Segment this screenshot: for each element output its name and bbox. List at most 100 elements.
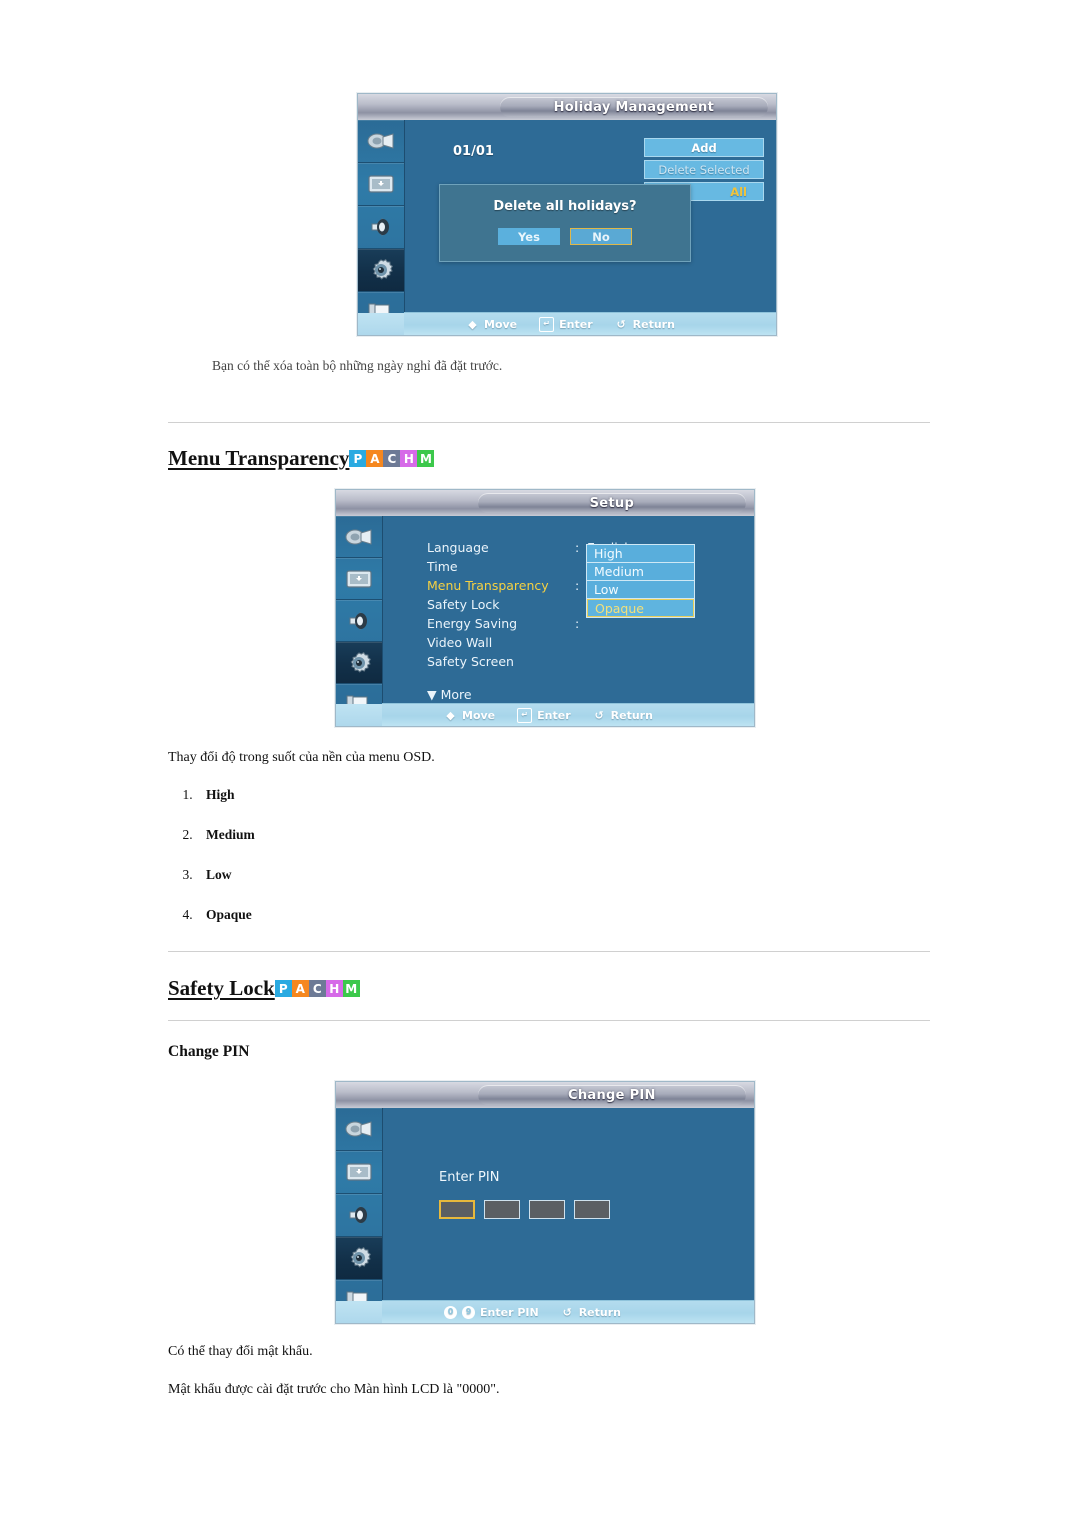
footer-return-label: Return: [610, 708, 653, 722]
menu-more-button[interactable]: ▼ More: [427, 685, 632, 704]
footer-enter[interactable]: ↵ Enter: [539, 316, 593, 332]
sidebar-item-picture[interactable]: [358, 163, 404, 206]
sidebar-item-setup[interactable]: [358, 249, 404, 292]
description-pin-1: Có thể thay đổi mật khẩu.: [168, 1344, 313, 1359]
badge-c: C: [383, 450, 401, 467]
input-source-icon: [345, 1121, 372, 1137]
pin-input-group[interactable]: [439, 1200, 610, 1219]
badge-h: H: [325, 980, 343, 997]
description-menu-transparency: Thay đổi độ trong suốt của nền của menu …: [168, 750, 435, 765]
badge-p: P: [349, 450, 367, 467]
footer-return[interactable]: ↺ Return: [593, 709, 653, 722]
osd-main-holiday: 01/01 Add Delete Selected All Delete all…: [405, 120, 776, 335]
enter-pin-label: Enter PIN: [439, 1170, 500, 1185]
badge-c: C: [308, 980, 326, 997]
input-source-icon: [345, 528, 372, 545]
dropdown-option-medium[interactable]: Medium: [587, 563, 694, 581]
footer-enter-pin-label: Enter PIN: [480, 1305, 539, 1319]
osd-titlebar: Setup: [336, 490, 754, 517]
setup-gear-icon: [350, 651, 371, 673]
divider-3: [168, 1020, 930, 1021]
badge-h: H: [400, 450, 418, 467]
osd-sidebar: [336, 1108, 383, 1323]
delete-selected-button[interactable]: Delete Selected: [644, 160, 764, 179]
pin-digit-box-2[interactable]: [484, 1200, 520, 1219]
dialog-yes-button[interactable]: Yes: [498, 228, 560, 245]
osd-title-pill: Holiday Management: [500, 97, 768, 117]
dialog-no-button[interactable]: No: [570, 228, 632, 245]
menu-row-video-wall[interactable]: Video Wall: [427, 633, 632, 652]
footer-move[interactable]: ◆ Move: [466, 318, 517, 331]
sidebar-item-picture[interactable]: [336, 1151, 382, 1194]
badge-m: M: [417, 450, 435, 467]
move-dpad-icon: ◆: [446, 708, 455, 722]
divider-2: [168, 951, 930, 952]
footer-return[interactable]: ↺ Return: [615, 318, 675, 331]
pin-digit-box-4[interactable]: [574, 1200, 610, 1219]
footer-enter-pin[interactable]: 0 9 Enter PIN: [444, 1305, 539, 1319]
input-source-icon: [367, 133, 394, 149]
footer-move-label: Move: [462, 708, 496, 722]
divider-1: [168, 422, 930, 423]
footer-move[interactable]: ◆ Move: [444, 709, 495, 722]
dropdown-option-low[interactable]: Low: [587, 581, 694, 599]
list-item-low: Low: [196, 867, 255, 883]
sidebar-item-sound[interactable]: [358, 206, 404, 249]
description-pin-2: Mật khẩu được cài đặt trước cho Màn hình…: [168, 1382, 500, 1397]
badge-group-safety-lock: P A C H M: [274, 980, 360, 997]
menu-label: Safety Lock: [427, 597, 500, 612]
footer-return-label: Return: [632, 317, 675, 331]
sidebar-item-input-source[interactable]: [336, 1108, 382, 1151]
menu-label: Video Wall: [427, 635, 493, 650]
pin-digit-box-3[interactable]: [529, 1200, 565, 1219]
dropdown-option-high[interactable]: High: [587, 545, 694, 563]
transparency-option-list: High Medium Low Opaque: [168, 787, 255, 947]
footer-return[interactable]: ↺ Return: [561, 1306, 621, 1319]
subsection-change-pin: Change PIN: [168, 1043, 250, 1060]
caption-holiday: Bạn có thể xóa toàn bộ những ngày nghỉ đ…: [212, 358, 503, 373]
sidebar-item-setup[interactable]: [336, 1237, 382, 1280]
osd-footer-holiday: ◆ Move ↵ Enter ↺ Return: [404, 312, 776, 335]
footer-enter[interactable]: ↵ Enter: [517, 707, 571, 723]
sidebar-item-setup[interactable]: [336, 642, 382, 684]
option-label: Low: [206, 867, 232, 882]
badge-m: M: [342, 980, 360, 997]
menu-label: Energy Saving: [427, 616, 518, 631]
sidebar-item-picture[interactable]: [336, 558, 382, 600]
sidebar-item-input-source[interactable]: [358, 120, 404, 163]
osd-title-text: Setup: [589, 495, 635, 511]
transparency-dropdown[interactable]: High Medium Low Opaque: [586, 544, 695, 618]
return-arrow-icon: ↺: [562, 1305, 572, 1319]
badge-p: P: [274, 980, 292, 997]
enter-key-icon: ↵: [517, 707, 533, 723]
osd-sidebar: [336, 516, 383, 726]
setup-gear-icon: [372, 259, 393, 280]
osd-change-pin: Change PIN Enter PIN 0 9 Enter PIN ↺ Ret…: [335, 1081, 755, 1324]
osd-sidebar: [358, 120, 405, 335]
sound-speaker-icon: [349, 611, 367, 630]
option-label: Medium: [206, 827, 255, 842]
badge-group-transparency: P A C H M: [349, 450, 435, 467]
move-dpad-icon: ◆: [468, 317, 477, 331]
menu-row-safety-screen[interactable]: Safety Screen: [427, 652, 632, 671]
list-item-high: High: [196, 787, 255, 803]
footer-enter-label: Enter: [537, 708, 571, 722]
osd-setup: Setup Language: Time Menu Transparency …: [335, 489, 755, 727]
osd-footer-pin: 0 9 Enter PIN ↺ Return: [382, 1300, 754, 1323]
picture-screen-icon: [368, 175, 394, 193]
menu-label: Safety Screen: [427, 654, 514, 669]
pin-digit-box-1[interactable]: [439, 1200, 475, 1219]
sidebar-item-sound[interactable]: [336, 600, 382, 642]
osd-title-pill: Setup: [478, 493, 746, 513]
sidebar-item-sound[interactable]: [336, 1194, 382, 1237]
osd-titlebar: Change PIN: [336, 1082, 754, 1109]
dropdown-option-opaque[interactable]: Opaque: [587, 599, 694, 617]
setup-gear-icon: [350, 1247, 371, 1268]
holiday-date-value: 01/01: [453, 144, 494, 159]
add-button[interactable]: Add: [644, 138, 764, 157]
section-heading-menu-transparency: Menu Transparency P A C H M: [168, 446, 435, 471]
dialog-buttons: Yes No: [440, 228, 690, 245]
sidebar-item-input-source[interactable]: [336, 516, 382, 558]
osd-body: Enter PIN: [336, 1108, 754, 1323]
sound-speaker-icon: [371, 217, 389, 237]
